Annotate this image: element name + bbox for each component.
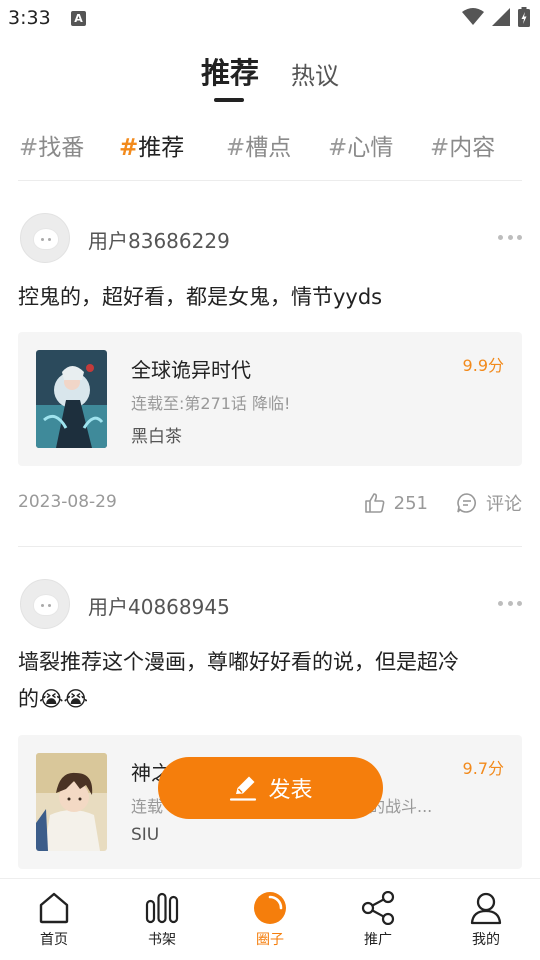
hashtag-mood[interactable]: #心情: [328, 128, 393, 162]
book-author: SIU: [131, 825, 160, 845]
hash-symbol: #: [328, 135, 348, 161]
hashtag-recommend[interactable]: #推荐: [119, 128, 184, 162]
post-text-line: 控鬼的，超好看，都是女鬼，情节yyds: [18, 285, 383, 309]
hashtag-find[interactable]: #找番: [19, 128, 84, 162]
nav-bookshelf[interactable]: 书架: [122, 891, 202, 949]
hash-symbol: #: [19, 135, 39, 161]
tab-hot[interactable]: 热议: [291, 56, 339, 91]
like-count: 251: [393, 492, 428, 514]
hashtag-label: 推荐: [138, 135, 185, 161]
nav-label: 我的: [472, 932, 500, 948]
hashtag-content[interactable]: #内容: [430, 128, 495, 162]
username[interactable]: 用户83686229: [88, 225, 230, 254]
nav-label: 推广: [364, 932, 392, 948]
like-button[interactable]: 251: [364, 492, 428, 514]
nav-label: 首页: [40, 932, 68, 948]
hashtag-label: 找番: [38, 135, 85, 161]
hashtag-bar: #找番 #推荐 #槽点 #心情 #内容: [0, 128, 540, 162]
more-icon[interactable]: [498, 233, 522, 241]
book-score: 9.9分: [462, 356, 504, 375]
nav-label: 书架: [148, 932, 176, 948]
book-chapter: 连载至:第271话 降临!: [131, 394, 291, 413]
username[interactable]: 用户40868945: [88, 591, 230, 620]
post-text-line: 墙裂推荐这个漫画，尊嘟好好看的说，但是超冷: [18, 650, 459, 674]
avatar-face-icon: [33, 594, 59, 616]
share-icon: [361, 891, 395, 925]
book-title: 全球诡异时代: [131, 358, 251, 382]
divider: [18, 546, 522, 547]
comment-icon: [457, 493, 476, 513]
nav-profile[interactable]: 我的: [446, 891, 526, 949]
book-cover: [36, 753, 107, 851]
post-text-line: 的😭😭: [18, 687, 89, 711]
top-tabs: 推荐 热议: [0, 50, 540, 106]
book-chapter: 连载: [131, 797, 164, 816]
status-icons: [462, 7, 530, 27]
divider: [18, 180, 522, 181]
tab-recommend[interactable]: 推荐: [201, 50, 259, 92]
avatar[interactable]: [20, 579, 70, 629]
more-icon[interactable]: [498, 599, 522, 607]
hashtag-label: 心情: [347, 135, 394, 161]
battery-icon: [518, 7, 530, 27]
thumb-up-icon: [364, 493, 385, 513]
post-card: 用户83686229 控鬼的，超好看，都是女鬼，情节yyds 全球诡异时代 连载…: [18, 213, 522, 523]
post-date: 2023-08-29: [18, 492, 117, 512]
status-time: 3:33: [8, 7, 51, 29]
post-text[interactable]: 墙裂推荐这个漫画，尊嘟好好看的说，但是超冷 的😭😭: [18, 644, 522, 718]
book-author: 黑白茶: [131, 427, 182, 447]
circle-icon: [254, 892, 286, 924]
bookshelf-icon: [145, 892, 179, 924]
tab-indicator: [214, 98, 244, 102]
hash-symbol: #: [119, 135, 139, 161]
avatar[interactable]: [20, 213, 70, 263]
bottom-nav: 首页 书架 圈子 推广 我的: [0, 878, 540, 960]
wifi-icon: [462, 8, 484, 25]
nav-label: 圈子: [256, 932, 284, 948]
home-icon: [39, 892, 69, 924]
nav-home[interactable]: 首页: [14, 891, 94, 949]
hashtag-label: 槽点: [245, 135, 292, 161]
post-text[interactable]: 控鬼的，超好看，都是女鬼，情节yyds: [18, 279, 522, 316]
status-bar: 3:33 A: [0, 0, 540, 36]
book-score: 9.7分: [462, 759, 504, 778]
hash-symbol: #: [430, 135, 450, 161]
book-cover: [36, 350, 107, 448]
avatar-face-icon: [33, 228, 59, 250]
nav-circle[interactable]: 圈子: [230, 891, 310, 949]
post-card: 用户40868945 墙裂推荐这个漫画，尊嘟好好看的说，但是超冷 的😭😭 神之 …: [18, 579, 522, 878]
comment-button[interactable]: 评论: [456, 490, 522, 516]
nav-promote[interactable]: 推广: [338, 891, 418, 949]
book-card[interactable]: 全球诡异时代 连载至:第271话 降临! 黑白茶 9.9分: [18, 332, 522, 466]
comment-label: 评论: [486, 494, 522, 515]
hashtag-label: 内容: [449, 135, 496, 161]
notification-icon: A: [71, 11, 86, 26]
post-actions: 251 评论: [364, 490, 522, 516]
publish-button[interactable]: 发表: [158, 757, 383, 819]
publish-label: 发表: [268, 778, 313, 803]
hashtag-complaint[interactable]: #槽点: [226, 128, 291, 162]
profile-icon: [470, 892, 502, 925]
pencil-icon: [230, 776, 257, 801]
hash-symbol: #: [226, 135, 246, 161]
signal-icon: [492, 8, 510, 26]
